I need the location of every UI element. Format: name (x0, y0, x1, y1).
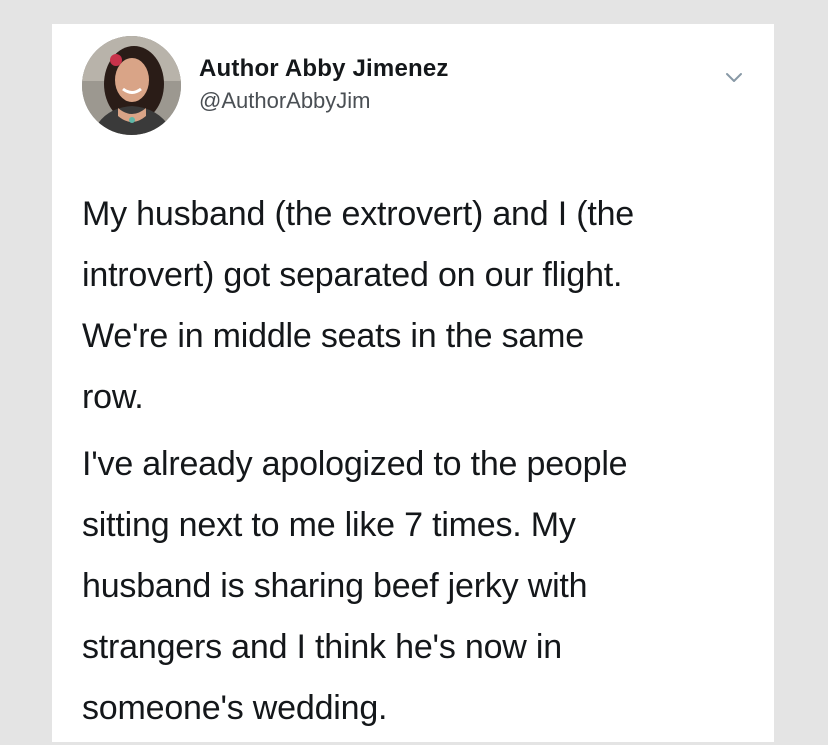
tweet-header: Author Abby Jimenez @AuthorAbbyJim (82, 36, 754, 136)
tweet-text-line: sitting next to me like 7 times. My (82, 506, 576, 544)
tweet-text-line: strangers and I think he's now in (82, 628, 562, 666)
tweet-body: My husband (the extrovert) and I (the in… (82, 184, 762, 745)
tweet-text-line: introvert) got separated on our flight. (82, 256, 623, 294)
tweet-card: Author Abby Jimenez @AuthorAbbyJim My hu… (52, 24, 774, 742)
tweet-paragraph: My husband (the extrovert) and I (the in… (82, 184, 762, 428)
author-display-name[interactable]: Author Abby Jimenez (199, 54, 449, 84)
tweet-text-line: My husband (the extrovert) and I (the (82, 195, 634, 233)
profile-photo-icon (82, 36, 181, 135)
tweet-text-line: someone's wedding. (82, 689, 388, 727)
tweet-text-line: I've already apologized to the people (82, 445, 628, 483)
author-info: Author Abby Jimenez @AuthorAbbyJim (199, 54, 449, 116)
tweet-text-line: We're in middle seats in the same (82, 317, 584, 355)
tweet-text-line: row. (82, 378, 144, 416)
author-handle[interactable]: @AuthorAbbyJim (199, 86, 449, 116)
chevron-down-icon[interactable] (720, 64, 748, 92)
tweet-text-line: husband is sharing beef jerky with (82, 567, 588, 605)
avatar[interactable] (82, 36, 181, 135)
tweet-paragraph: I've already apologized to the people si… (82, 434, 762, 739)
